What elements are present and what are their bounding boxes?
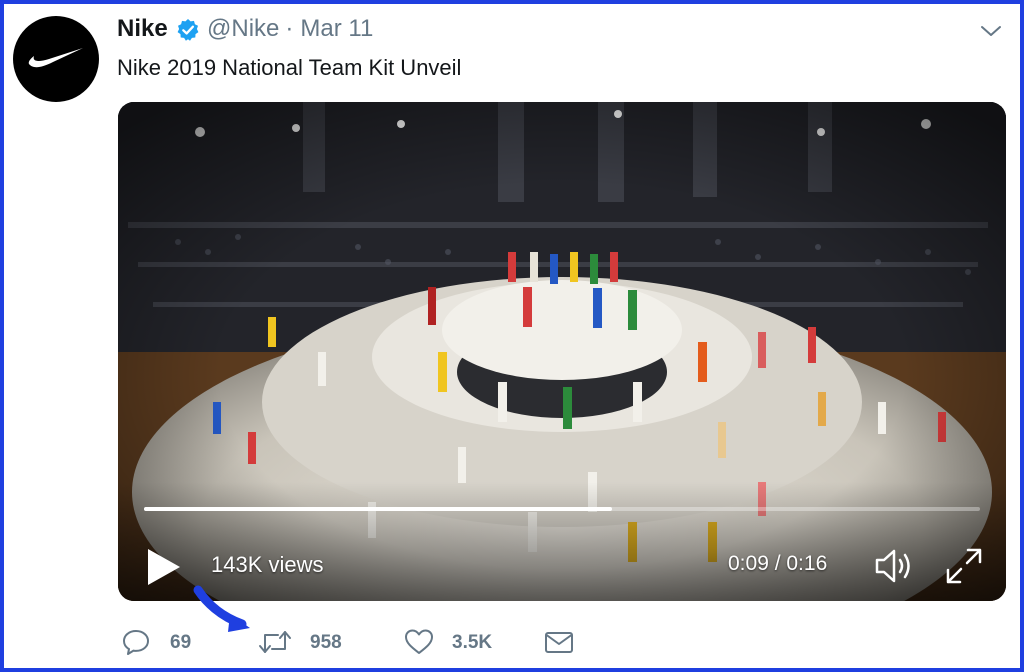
avatar[interactable] [13, 16, 99, 102]
author-handle[interactable]: @Nike [207, 15, 279, 42]
like-count: 3.5K [452, 632, 493, 653]
retweet-icon [259, 631, 291, 653]
retweet-count: 958 [310, 632, 342, 653]
chevron-down-icon[interactable] [980, 24, 1002, 38]
fullscreen-icon[interactable] [944, 546, 984, 586]
reply-count: 69 [170, 632, 192, 653]
meta-separator: · [285, 15, 294, 42]
video-time: 0:09 / 0:16 [728, 552, 828, 575]
retweet-button[interactable]: 958 [258, 628, 358, 658]
heart-icon [405, 629, 433, 654]
author-name[interactable]: Nike [117, 15, 168, 43]
video-frame [118, 102, 1006, 601]
video-player[interactable]: 143K views 0:09 / 0:16 [118, 102, 1006, 601]
annotation-arrow [193, 585, 250, 632]
like-button[interactable]: 3.5K [404, 628, 504, 658]
tweet-date[interactable]: Mar 11 [300, 15, 373, 42]
progress-bar[interactable] [144, 507, 980, 511]
nike-swoosh-logo [28, 48, 83, 68]
direct-message-button[interactable] [544, 628, 576, 658]
envelope-icon [545, 632, 573, 653]
reply-icon [123, 630, 149, 655]
play-icon[interactable] [146, 547, 182, 587]
tweet-text: Nike 2019 National Team Kit Unveil [117, 55, 462, 80]
progress-bar-fill [144, 507, 613, 511]
tweet-meta: @Nike · Mar 11 [207, 15, 373, 43]
view-count: 143K views [211, 552, 324, 577]
volume-icon[interactable] [874, 546, 918, 586]
verified-badge-icon [177, 19, 199, 41]
